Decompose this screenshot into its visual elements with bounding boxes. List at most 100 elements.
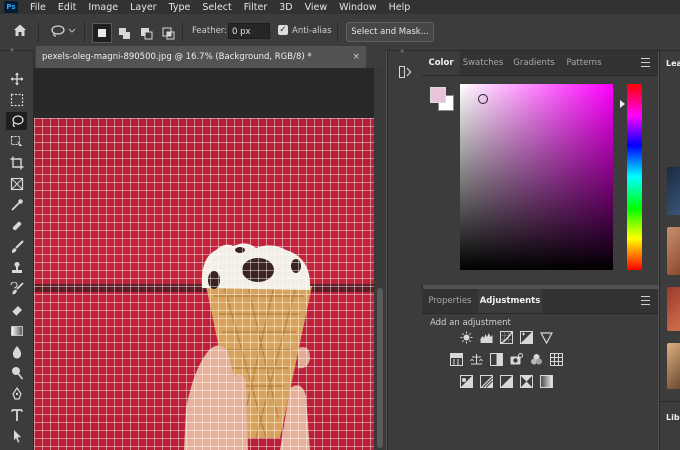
eyedropper-tool-icon[interactable]: [6, 196, 27, 214]
clone-stamp-tool-icon[interactable]: [6, 259, 27, 277]
eraser-tool-icon[interactable]: [6, 301, 27, 319]
levels-icon[interactable]: [480, 331, 493, 344]
color-picker-cursor[interactable]: [478, 94, 488, 104]
tab-color[interactable]: Color: [422, 51, 460, 75]
separator: [182, 22, 183, 42]
healing-brush-tool-icon[interactable]: [6, 217, 27, 235]
tab-properties[interactable]: Properties: [422, 289, 478, 313]
hue-slider[interactable]: [627, 84, 642, 270]
pixel-grid-overlay: [34, 118, 374, 450]
tab-swatches[interactable]: Swatches: [460, 51, 506, 75]
home-icon[interactable]: [12, 22, 28, 41]
history-brush-tool-icon[interactable]: [6, 280, 27, 298]
dodge-tool-icon[interactable]: [6, 364, 27, 382]
selective-color-icon[interactable]: [520, 375, 533, 388]
blur-tool-icon[interactable]: [6, 343, 27, 361]
invert-icon[interactable]: [460, 375, 473, 388]
brush-tool-icon[interactable]: [6, 238, 27, 256]
vertical-scrollbar[interactable]: [374, 68, 386, 450]
frame-tool-icon[interactable]: [6, 175, 27, 193]
adjustments-panel-tabs: Properties Adjustments: [422, 289, 658, 314]
feather-input[interactable]: 0 px: [228, 23, 270, 39]
menu-window[interactable]: Window: [339, 2, 376, 13]
path-selection-tool-icon[interactable]: [6, 427, 27, 445]
intersect-selection-button[interactable]: [158, 23, 178, 43]
color-panel: Color Swatches Gradients Patterns: [422, 51, 658, 285]
subtract-from-selection-button[interactable]: [136, 23, 156, 43]
photoshop-logo-icon: Ps: [4, 1, 18, 13]
tab-gradients[interactable]: Gradients: [508, 51, 560, 75]
menu-3d[interactable]: 3D: [279, 2, 292, 13]
menu-bar: Ps File Edit Image Layer Type Select Fil…: [0, 0, 680, 14]
menu-select[interactable]: Select: [202, 2, 231, 13]
menu-edit[interactable]: Edit: [58, 2, 76, 13]
type-tool-icon[interactable]: [6, 406, 27, 424]
feather-label: Feather:: [192, 26, 228, 36]
layer-thumbnail[interactable]: [667, 287, 680, 331]
object-selection-tool-icon[interactable]: [6, 133, 27, 151]
tab-patterns[interactable]: Patterns: [560, 51, 608, 75]
color-picker-field[interactable]: [460, 84, 613, 270]
tab-layers[interactable]: Lea: [666, 59, 680, 68]
crop-tool-icon[interactable]: [6, 154, 27, 172]
new-selection-button[interactable]: [92, 23, 112, 43]
collapse-icon[interactable]: »: [10, 46, 14, 54]
color-panel-tabs: Color Swatches Gradients Patterns: [422, 51, 658, 76]
close-icon[interactable]: ×: [352, 46, 360, 68]
menu-image[interactable]: Image: [88, 2, 118, 13]
move-tool-icon[interactable]: [6, 70, 27, 88]
menu-layer[interactable]: Layer: [130, 2, 157, 13]
posterize-icon[interactable]: [480, 375, 493, 388]
panel-menu-icon[interactable]: [641, 58, 650, 67]
lasso-tool-preset-icon[interactable]: [50, 24, 76, 41]
menu-filter[interactable]: Filter: [244, 2, 268, 13]
lasso-tool-icon[interactable]: [6, 112, 27, 130]
scrollbar-thumb[interactable]: [377, 288, 383, 448]
image-canvas[interactable]: [34, 118, 374, 450]
add-to-selection-button[interactable]: [114, 23, 134, 43]
history-panel-icon[interactable]: [398, 65, 412, 82]
hue-slider-arrow-icon[interactable]: [620, 100, 625, 108]
layers-panel-partial: Lea Libr: [659, 51, 680, 450]
color-balance-icon[interactable]: [470, 353, 483, 366]
menu-file[interactable]: File: [30, 2, 46, 13]
document-tab-title: pexels-oleg-magni-890500.jpg @ 16.7% (Ba…: [42, 52, 312, 62]
document-tab[interactable]: pexels-oleg-magni-890500.jpg @ 16.7% (Ba…: [36, 46, 366, 68]
channel-mixer-icon[interactable]: [530, 353, 543, 366]
vibrance-icon[interactable]: [540, 331, 553, 344]
layer-thumbnail[interactable]: [667, 227, 680, 275]
separator: [38, 22, 39, 42]
curves-icon[interactable]: [500, 331, 513, 344]
menu-view[interactable]: View: [305, 2, 328, 13]
separator: [337, 22, 338, 42]
foreground-color-swatch[interactable]: [430, 87, 446, 103]
marquee-tool-icon[interactable]: [6, 91, 27, 109]
layer-thumbnail[interactable]: [667, 343, 680, 389]
antialias-label: Anti-alias: [292, 26, 332, 36]
threshold-icon[interactable]: [500, 375, 513, 388]
panel-dock: «: [387, 47, 423, 450]
gradient-tool-icon[interactable]: [6, 322, 27, 340]
panel-menu-icon[interactable]: [641, 296, 650, 305]
exposure-icon[interactable]: [520, 331, 533, 344]
photo-filter-icon[interactable]: [510, 353, 523, 366]
expand-icon[interactable]: «: [400, 47, 404, 55]
layer-thumbnail[interactable]: [667, 167, 680, 215]
antialias-checkbox[interactable]: ✓: [278, 25, 288, 35]
adjustments-panel: Properties Adjustments Add an adjustment: [422, 289, 658, 450]
brightness-contrast-icon[interactable]: [460, 331, 473, 344]
tab-libraries[interactable]: Libr: [666, 413, 680, 422]
select-and-mask-button[interactable]: Select and Mask...: [346, 22, 434, 42]
menu-type[interactable]: Type: [169, 2, 191, 13]
separator: [84, 22, 85, 42]
color-lookup-icon[interactable]: [550, 353, 563, 366]
add-adjustment-heading: Add an adjustment: [430, 318, 511, 328]
hue-saturation-icon[interactable]: [450, 353, 463, 366]
gradient-map-icon[interactable]: [540, 375, 553, 388]
pen-tool-icon[interactable]: [6, 385, 27, 403]
tab-adjustments[interactable]: Adjustments: [478, 289, 542, 313]
menu-help[interactable]: Help: [389, 2, 411, 13]
black-white-icon[interactable]: [490, 353, 503, 366]
document-tab-bar: pexels-oleg-magni-890500.jpg @ 16.7% (Ba…: [34, 46, 386, 69]
divider: [660, 401, 680, 402]
